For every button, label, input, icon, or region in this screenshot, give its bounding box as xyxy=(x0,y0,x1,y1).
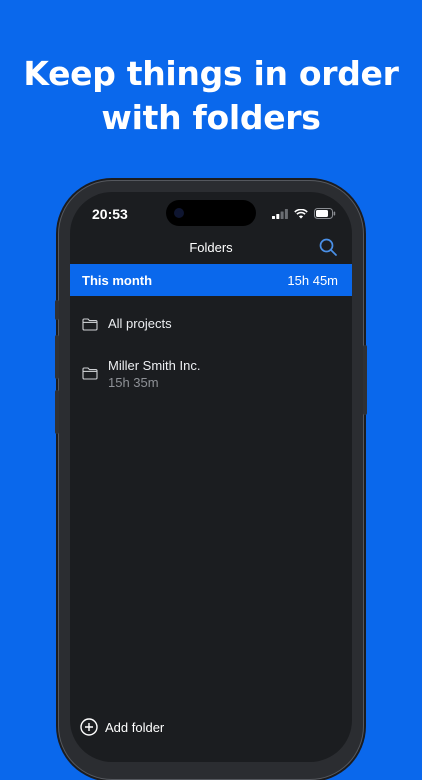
this-month-summary[interactable]: This month 15h 45m xyxy=(70,264,352,296)
headline-line-2: with folders xyxy=(101,98,321,137)
folder-item-miller-smith[interactable]: Miller Smith Inc. 15h 35m xyxy=(82,358,200,390)
add-folder-button[interactable]: Add folder xyxy=(80,718,164,736)
page-title: Folders xyxy=(189,240,233,255)
this-month-label: This month xyxy=(82,272,153,288)
search-icon[interactable] xyxy=(318,237,338,257)
plus-circle-icon xyxy=(80,718,98,736)
phone-volume-down xyxy=(55,390,59,434)
folder-name: All projects xyxy=(108,316,172,331)
folder-duration: 15h 35m xyxy=(108,375,159,390)
camera-icon xyxy=(174,208,184,218)
phone-volume-up xyxy=(55,335,59,379)
headline: Keep things in order with folders xyxy=(0,52,422,140)
phone-side-button xyxy=(363,345,367,415)
wifi-icon xyxy=(294,208,308,219)
battery-icon xyxy=(314,208,336,219)
folder-name: Miller Smith Inc. xyxy=(108,358,201,373)
status-icons xyxy=(272,208,336,219)
status-time: 20:53 xyxy=(92,206,128,222)
folder-icon xyxy=(82,318,98,331)
dynamic-island xyxy=(166,200,256,226)
folder-icon xyxy=(82,367,98,380)
signal-icon xyxy=(272,208,288,219)
headline-line-1: Keep things in order xyxy=(23,54,399,93)
add-folder-label: Add folder xyxy=(105,719,165,735)
this-month-total: 15h 45m xyxy=(287,272,338,288)
app-screen: 20:53 Folders This month 15h 45m All pro… xyxy=(70,192,352,762)
phone-mute-switch xyxy=(55,300,59,320)
folder-item-all-projects[interactable]: All projects xyxy=(82,316,172,331)
